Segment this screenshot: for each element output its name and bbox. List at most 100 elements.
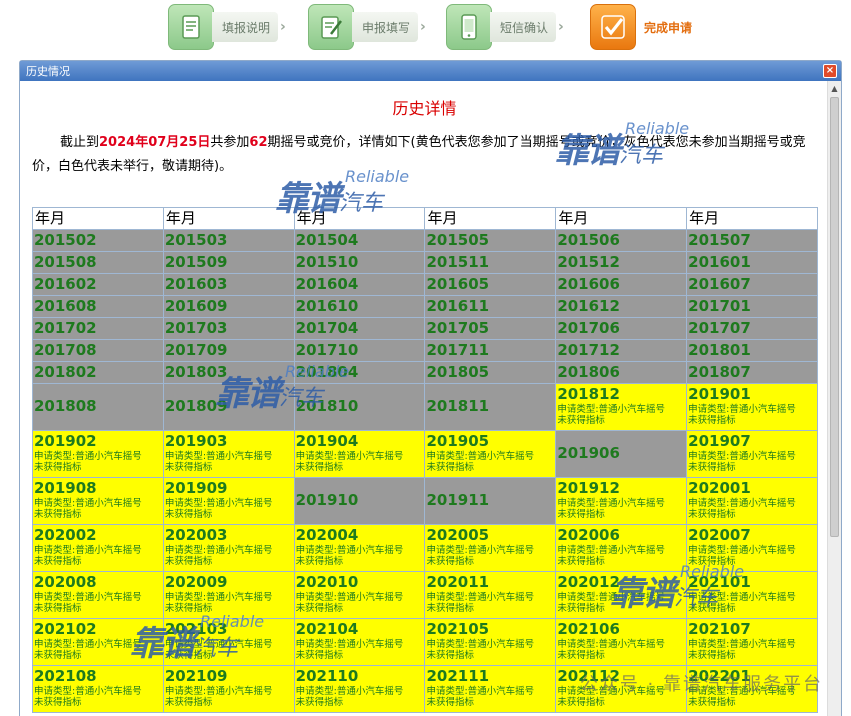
month-label: 202109 (164, 667, 228, 685)
month-cell: 201504 (293, 229, 426, 252)
month-cell: 201510 (293, 251, 426, 274)
application-type: 申请类型:普通小汽车摇号 (557, 498, 666, 509)
month-label: 201511 (426, 253, 490, 271)
month-cell: 201605 (424, 273, 557, 296)
month-cell: 201903 申请类型:普通小汽车摇号 未获得指标 (162, 430, 295, 478)
history-dialog: 历史情况 × ▲ 历史详情 截止到2024年07月25日共参加62期摇号或竞价，… (19, 60, 842, 716)
table-row: 201808 201809 201810 201811 201812 申请类型:普通小汽车… (32, 383, 818, 431)
application-type: 申请类型:普通小汽车摇号 (557, 639, 666, 650)
month-label: 201901 (688, 385, 751, 403)
month-label: 201706 (557, 319, 620, 337)
month-cell: 201912 申请类型:普通小汽车摇号 未获得指标 (555, 477, 688, 525)
month-label: 202006 (557, 526, 620, 544)
result-status: 未获得指标 (34, 509, 82, 520)
month-cell: 202105 申请类型:普通小汽车摇号 未获得指标 (424, 618, 557, 666)
month-cell: 202010 申请类型:普通小汽车摇号 未获得指标 (293, 571, 426, 619)
result-status: 未获得指标 (164, 650, 213, 661)
month-label: 201801 (688, 341, 751, 359)
month-label: 201905 (426, 432, 490, 450)
month-cell: 201802 (32, 361, 164, 384)
application-type: 申请类型:普通小汽车摇号 (426, 686, 535, 697)
month-label: 202010 (295, 573, 359, 591)
month-cell: 201503 (162, 229, 295, 252)
month-label: 201704 (295, 319, 359, 337)
month-label: 201512 (557, 253, 620, 271)
application-type: 申请类型:普通小汽车摇号 (557, 404, 666, 415)
month-label: 201601 (688, 253, 751, 271)
month-cell: 201607 (686, 273, 818, 296)
close-icon[interactable]: × (823, 64, 837, 78)
month-label: 202106 (557, 620, 620, 638)
month-cell: 201701 (686, 295, 818, 318)
month-label: 201906 (557, 444, 620, 462)
application-type: 申请类型:普通小汽车摇号 (34, 639, 142, 650)
month-cell: 201705 (424, 317, 557, 340)
history-table: 年月 年月 年月 年月 年月 年月 201502 201503 201504 201505 2015… (32, 207, 818, 713)
table-row: 202008 申请类型:普通小汽车摇号 未获得指标 202009 申请类型:普通小汽车摇… (32, 571, 818, 619)
month-cell: 201508 (32, 251, 164, 274)
application-type: 申请类型:普通小汽车摇号 (688, 498, 796, 509)
table-row: 201802 201803 201804 201805 201806 201807 (32, 361, 818, 384)
month-label: 201503 (164, 231, 228, 249)
month-cell: 201712 (555, 339, 688, 362)
month-label: 201701 (688, 297, 751, 315)
month-label: 201907 (688, 432, 751, 450)
footer-watermark: 公众号 · 靠谱汽车服务平台 (579, 674, 823, 695)
month-cell: 202006 申请类型:普通小汽车摇号 未获得指标 (555, 524, 688, 572)
step-sms-confirm[interactable]: 短信确认 › (446, 4, 564, 50)
month-label: 201603 (164, 275, 228, 293)
application-type: 申请类型:普通小汽车摇号 (164, 545, 273, 556)
month-cell: 201511 (424, 251, 557, 274)
month-cell: 201507 (686, 229, 818, 252)
step-fill-application[interactable]: 申报填写 › (308, 4, 426, 50)
month-cell: 201801 (686, 339, 818, 362)
month-cell: 202101 申请类型:普通小汽车摇号 未获得指标 (686, 571, 818, 619)
month-cell: 201811 (424, 383, 557, 431)
result-status: 未获得指标 (426, 697, 474, 708)
application-type: 申请类型:普通小汽车摇号 (426, 592, 535, 603)
column-header: 年月 (686, 207, 818, 230)
month-cell: 202002 申请类型:普通小汽车摇号 未获得指标 (32, 524, 164, 572)
chevron-right-icon: › (558, 19, 564, 35)
month-cell: 201608 (32, 295, 164, 318)
application-type: 申请类型:普通小汽车摇号 (557, 592, 666, 603)
month-cell: 201609 (162, 295, 295, 318)
month-label: 201504 (295, 231, 359, 249)
column-header: 年月 (32, 207, 164, 230)
table-row: 201708 201709 201710 201711 201712 201801 (32, 339, 818, 362)
table-row: 202102 申请类型:普通小汽车摇号 未获得指标 202103 申请类型:普通小汽车摇… (32, 618, 818, 666)
month-label: 201802 (34, 363, 97, 381)
month-label: 201911 (426, 491, 490, 509)
month-label: 201812 (557, 385, 620, 403)
month-label: 201705 (426, 319, 490, 337)
step-complete[interactable]: 完成申请 (590, 4, 700, 50)
month-label: 202104 (295, 620, 359, 638)
month-cell: 201702 (32, 317, 164, 340)
month-cell: 201906 (555, 430, 688, 478)
month-cell: 202012 申请类型:普通小汽车摇号 未获得指标 (555, 571, 688, 619)
month-label: 201702 (34, 319, 97, 337)
step-fill-instructions[interactable]: 填报说明 › (168, 4, 286, 50)
result-status: 未获得指标 (295, 650, 344, 661)
month-label: 201810 (295, 397, 359, 415)
result-status: 未获得指标 (688, 603, 736, 614)
month-label: 201710 (295, 341, 359, 359)
result-status: 未获得指标 (34, 697, 82, 708)
chevron-right-icon: › (280, 19, 286, 35)
month-cell: 201908 申请类型:普通小汽车摇号 未获得指标 (32, 477, 164, 525)
phone-icon (446, 4, 492, 50)
month-label: 201606 (557, 275, 620, 293)
month-label: 201904 (295, 432, 359, 450)
month-cell: 201805 (424, 361, 557, 384)
application-type: 申请类型:普通小汽车摇号 (164, 686, 273, 697)
month-cell: 202011 申请类型:普通小汽车摇号 未获得指标 (424, 571, 557, 619)
month-label: 202107 (688, 620, 751, 638)
month-cell: 201901 申请类型:普通小汽车摇号 未获得指标 (686, 383, 818, 431)
application-type: 申请类型:普通小汽车摇号 (688, 451, 796, 462)
month-label: 201711 (426, 341, 490, 359)
table-row: 202002 申请类型:普通小汽车摇号 未获得指标 202003 申请类型:普通小汽车摇… (32, 524, 818, 572)
edit-document-icon (308, 4, 354, 50)
result-status: 未获得指标 (34, 650, 82, 661)
month-label: 201602 (34, 275, 97, 293)
application-type: 申请类型:普通小汽车摇号 (34, 686, 142, 697)
